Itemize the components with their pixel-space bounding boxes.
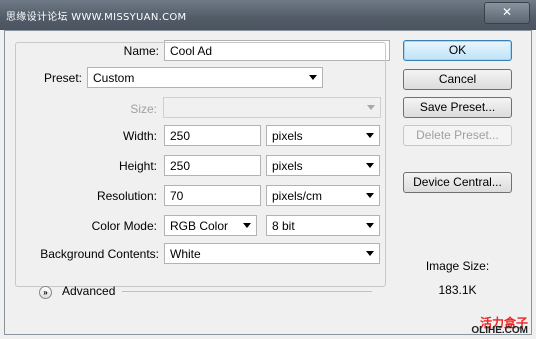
chevron-down-icon (367, 105, 375, 110)
ok-button[interactable]: OK (403, 40, 512, 61)
width-input[interactable]: 250 (164, 125, 261, 146)
background-value: White (170, 247, 201, 261)
chevron-down-icon (366, 163, 374, 168)
background-label: Background Contents: (40, 247, 159, 261)
color-mode-select[interactable]: RGB Color (164, 215, 257, 236)
height-label: Height: (118, 159, 157, 173)
title-bar: 思缘设计论坛 WWW.MISSYUAN.COM ✕ (0, 0, 536, 30)
image-size-value: 183.1K (438, 283, 477, 297)
height-unit-select[interactable]: pixels (266, 155, 380, 176)
advanced-divider (122, 291, 372, 292)
window-title: 思缘设计论坛 WWW.MISSYUAN.COM (6, 12, 187, 23)
preset-label: Preset: (23, 71, 82, 85)
color-mode-label: Color Mode: (91, 219, 157, 233)
device-central-button[interactable]: Device Central... (403, 172, 512, 193)
close-button[interactable]: ✕ (484, 2, 530, 24)
background-select[interactable]: White (164, 243, 380, 264)
chevron-down-icon (366, 133, 374, 138)
chevron-down-icon (309, 75, 317, 80)
chevron-down-icon (366, 193, 374, 198)
bit-depth-select[interactable]: 8 bit (266, 215, 380, 236)
resolution-unit-value: pixels/cm (272, 189, 323, 203)
preset-value: Custom (93, 71, 135, 85)
resolution-unit-select[interactable]: pixels/cm (266, 185, 380, 206)
size-label: Size: (130, 102, 157, 116)
advanced-label[interactable]: Advanced (62, 284, 118, 298)
bit-depth-value: 8 bit (272, 219, 295, 233)
width-unit-select[interactable]: pixels (266, 125, 380, 146)
color-mode-value: RGB Color (170, 219, 229, 233)
image-size-label: Image Size: (425, 259, 490, 273)
expand-advanced-icon[interactable]: » (39, 286, 52, 299)
height-unit-value: pixels (272, 159, 303, 173)
height-input[interactable]: 250 (164, 155, 261, 176)
size-select (163, 97, 381, 118)
cancel-button[interactable]: Cancel (403, 69, 512, 90)
width-label: Width: (122, 129, 157, 143)
width-unit-value: pixels (272, 129, 303, 143)
chevron-down-icon (243, 223, 251, 228)
resolution-label: Resolution: (96, 189, 157, 203)
watermark-text: OLIHE.COM (471, 325, 528, 336)
save-preset-button[interactable]: Save Preset... (403, 97, 512, 118)
resolution-input[interactable]: 70 (164, 185, 261, 206)
close-icon: ✕ (501, 5, 513, 19)
delete-preset-button: Delete Preset... (403, 125, 512, 146)
chevron-down-icon (366, 223, 374, 228)
preset-select[interactable]: Custom (87, 67, 323, 88)
chevron-down-icon (366, 251, 374, 256)
